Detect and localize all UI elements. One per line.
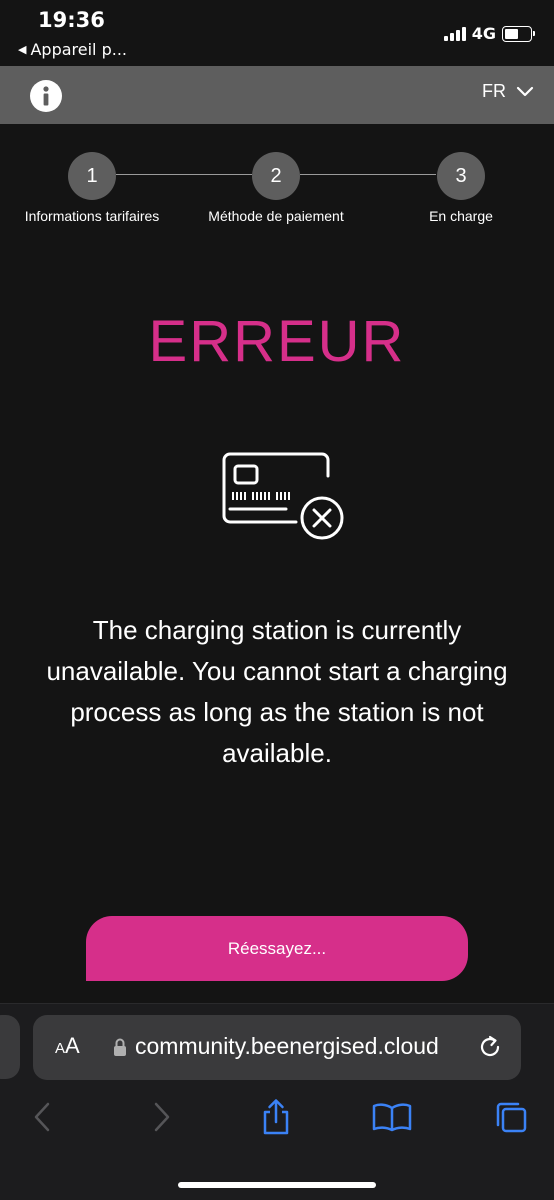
- status-bar: 19:36 ◀ Appareil p... 4G: [0, 0, 554, 66]
- step-label: En charge: [429, 208, 493, 224]
- url-text: community.beenergised.cloud: [135, 1033, 439, 1059]
- home-indicator: [178, 1182, 376, 1188]
- battery-icon: [502, 25, 535, 42]
- back-button[interactable]: [22, 1097, 62, 1137]
- step-number: 3: [437, 152, 485, 200]
- step-label: Méthode de paiement: [208, 208, 344, 224]
- step-label: Informations tarifaires: [24, 208, 160, 224]
- lock-icon: [114, 1038, 126, 1056]
- language-select[interactable]: FR: [482, 81, 534, 102]
- back-arrow-icon: ◀: [18, 43, 27, 56]
- app-header: FR: [0, 66, 554, 124]
- tabs-icon: [496, 1102, 527, 1133]
- language-value: FR: [482, 81, 506, 101]
- status-indicators: 4G: [443, 24, 535, 43]
- tabs-button[interactable]: [490, 1097, 530, 1137]
- bookmarks-button[interactable]: [372, 1097, 412, 1137]
- text-size-button[interactable]: AA: [55, 1033, 80, 1059]
- step-number: 2: [252, 152, 300, 200]
- previous-tab-preview[interactable]: [0, 1015, 20, 1079]
- info-icon[interactable]: [30, 80, 62, 112]
- step-number: 1: [68, 152, 116, 200]
- chevron-down-icon: [516, 86, 534, 96]
- share-icon: [263, 1099, 289, 1135]
- chevron-right-icon: [154, 1102, 170, 1132]
- back-to-app-link[interactable]: ◀ Appareil p...: [18, 40, 127, 59]
- step-1: 1 Informations tarifaires: [12, 152, 172, 224]
- signal-icon: [443, 26, 466, 41]
- step-2: 2 Méthode de paiement: [196, 152, 356, 224]
- reload-icon[interactable]: [477, 1034, 503, 1060]
- status-time: 19:36: [38, 8, 105, 32]
- book-icon: [372, 1103, 412, 1132]
- error-title: ERREUR: [148, 309, 406, 374]
- retry-button[interactable]: Réessayez...: [86, 916, 468, 981]
- credit-card-error-icon: [222, 452, 344, 540]
- chevron-left-icon: [34, 1102, 50, 1132]
- forward-button[interactable]: [142, 1097, 182, 1137]
- back-app-label: Appareil p...: [30, 40, 127, 59]
- share-button[interactable]: [256, 1097, 296, 1137]
- address-bar[interactable]: AA community.beenergised.cloud: [33, 1015, 521, 1080]
- network-type: 4G: [471, 24, 496, 43]
- step-3: 3 En charge: [381, 152, 541, 224]
- error-message: The charging station is currently unavai…: [46, 615, 508, 768]
